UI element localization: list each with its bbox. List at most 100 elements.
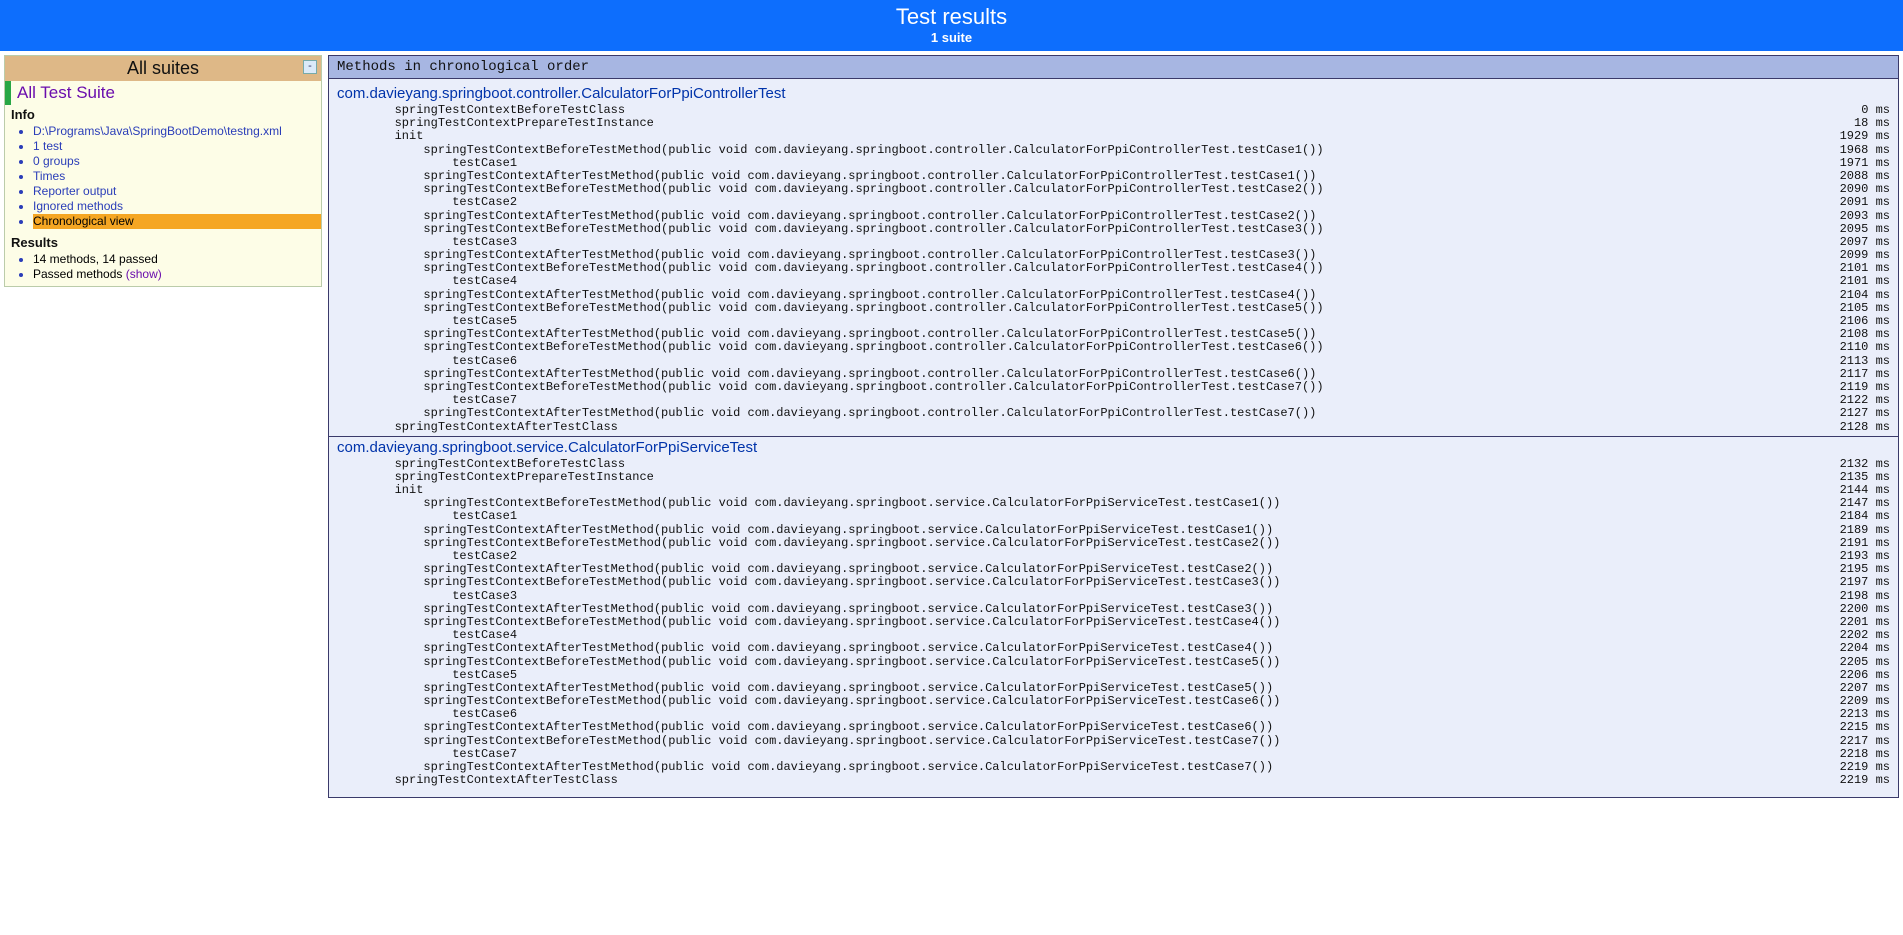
info-heading: Info [5,105,321,124]
method-row: springTestContextBeforeTestMethod(public… [337,341,1890,354]
method-row: springTestContextBeforeTestMethod(public… [337,695,1890,708]
method-name: testCase5 [337,669,1810,682]
info-item[interactable]: Chronological view [33,214,321,229]
method-row: springTestContextAfterTestMethod(public … [337,524,1890,537]
methods-table: springTestContextBeforeTestClass2132 ms … [337,458,1890,788]
method-row: springTestContextBeforeTestMethod(public… [337,262,1890,275]
info-link[interactable]: 1 test [33,139,62,153]
method-name: springTestContextBeforeTestMethod(public… [337,576,1810,589]
method-time: 2189 ms [1810,524,1890,537]
suite-name[interactable]: All Test Suite [5,81,321,105]
method-row: testCase42101 ms [337,275,1890,288]
method-row: testCase11971 ms [337,157,1890,170]
method-name: testCase3 [337,590,1810,603]
method-row: springTestContextAfterTestMethod(public … [337,721,1890,734]
method-name: springTestContextAfterTestMethod(public … [337,210,1810,223]
method-row: springTestContextBeforeTestMethod(public… [337,302,1890,315]
method-row: springTestContextAfterTestMethod(public … [337,368,1890,381]
results-list: 14 methods, 14 passedPassed methods (sho… [5,252,321,282]
collapse-icon[interactable]: - [303,60,317,74]
method-name: springTestContextBeforeTestClass [337,458,1810,471]
info-link[interactable]: Reporter output [33,184,116,198]
method-time: 2219 ms [1810,774,1890,787]
chronological-body: com.davieyang.springboot.controller.Calc… [329,79,1898,797]
results-item-label: 14 methods, 14 passed [33,252,158,266]
method-name: springTestContextAfterTestClass [337,774,1810,787]
method-time: 2128 ms [1810,421,1890,434]
method-name: springTestContextBeforeTestMethod(public… [337,262,1810,275]
info-link[interactable]: Chronological view [33,214,134,228]
show-link[interactable]: (show) [126,267,162,281]
method-row: springTestContextAfterTestClass2219 ms [337,774,1890,787]
method-name: init [337,130,1810,143]
method-name: springTestContextBeforeTestMethod(public… [337,695,1810,708]
method-name: springTestContextAfterTestMethod(public … [337,524,1810,537]
method-row: springTestContextBeforeTestMethod(public… [337,537,1890,550]
method-row: springTestContextBeforeTestMethod(public… [337,144,1890,157]
info-item[interactable]: 1 test [33,139,321,154]
method-time: 2104 ms [1810,289,1890,302]
method-name: testCase1 [337,510,1810,523]
method-name: springTestContextBeforeTestMethod(public… [337,616,1810,629]
results-item: Passed methods (show) [33,267,321,282]
method-row: springTestContextBeforeTestMethod(public… [337,183,1890,196]
results-item: 14 methods, 14 passed [33,252,321,267]
method-row: springTestContextBeforeTestMethod(public… [337,497,1890,510]
class-name[interactable]: com.davieyang.springboot.controller.Calc… [337,83,1890,104]
method-time: 2204 ms [1810,642,1890,655]
method-row: testCase12184 ms [337,510,1890,523]
method-row: springTestContextPrepareTestInstance2135… [337,471,1890,484]
method-time: 2206 ms [1810,669,1890,682]
method-row: init1929 ms [337,130,1890,143]
all-suites-label: All suites [127,58,199,78]
info-item[interactable]: Times [33,169,321,184]
method-time: 2127 ms [1810,407,1890,420]
method-row: springTestContextBeforeTestMethod(public… [337,616,1890,629]
method-time: 2113 ms [1810,355,1890,368]
info-link[interactable]: Ignored methods [33,199,123,213]
method-name: springTestContextBeforeTestMethod(public… [337,302,1810,315]
method-name: testCase4 [337,275,1810,288]
results-item-label: Passed methods [33,267,122,281]
method-row: springTestContextAfterTestMethod(public … [337,642,1890,655]
method-row: testCase52206 ms [337,669,1890,682]
method-name: springTestContextAfterTestMethod(public … [337,721,1810,734]
method-row: testCase62113 ms [337,355,1890,368]
info-item[interactable]: D:\Programs\Java\SpringBootDemo\testng.x… [33,124,321,139]
method-name: springTestContextPrepareTestInstance [337,117,1810,130]
methods-table: springTestContextBeforeTestClass0 ms spr… [337,104,1890,434]
info-link[interactable]: 0 groups [33,154,80,168]
info-list: D:\Programs\Java\SpringBootDemo\testng.x… [5,124,321,229]
method-name: springTestContextAfterTestClass [337,421,1810,434]
class-name[interactable]: com.davieyang.springboot.service.Calcula… [337,437,1890,458]
info-item[interactable]: Reporter output [33,184,321,199]
method-name: springTestContextBeforeTestMethod(public… [337,656,1810,669]
method-time: 2095 ms [1810,223,1890,236]
info-link[interactable]: Times [33,169,65,183]
page-subtitle: 1 suite [0,30,1903,45]
method-time: 2215 ms [1810,721,1890,734]
method-row: springTestContextBeforeTestMethod(public… [337,735,1890,748]
method-row: springTestContextBeforeTestMethod(public… [337,223,1890,236]
main-layout: All suites - All Test Suite Info D:\Prog… [0,51,1903,802]
info-item[interactable]: 0 groups [33,154,321,169]
method-time: 1971 ms [1810,157,1890,170]
method-name: springTestContextBeforeTestMethod(public… [337,144,1810,157]
method-row: springTestContextPrepareTestInstance18 m… [337,117,1890,130]
method-name: springTestContextBeforeTestMethod(public… [337,183,1810,196]
method-row: testCase32198 ms [337,590,1890,603]
info-link[interactable]: D:\Programs\Java\SpringBootDemo\testng.x… [33,124,282,138]
method-time: 2110 ms [1810,341,1890,354]
method-time: 2093 ms [1810,210,1890,223]
method-time: 2217 ms [1810,735,1890,748]
method-name: springTestContextBeforeTestMethod(public… [337,735,1810,748]
method-row: testCase22091 ms [337,196,1890,209]
info-item[interactable]: Ignored methods [33,199,321,214]
method-name: springTestContextAfterTestMethod(public … [337,642,1810,655]
method-name: springTestContextPrepareTestInstance [337,471,1810,484]
page-title: Test results [0,4,1903,30]
method-name: springTestContextBeforeTestMethod(public… [337,341,1810,354]
method-time: 2197 ms [1810,576,1890,589]
content-header: Methods in chronological order [329,56,1898,79]
method-time: 2101 ms [1810,275,1890,288]
